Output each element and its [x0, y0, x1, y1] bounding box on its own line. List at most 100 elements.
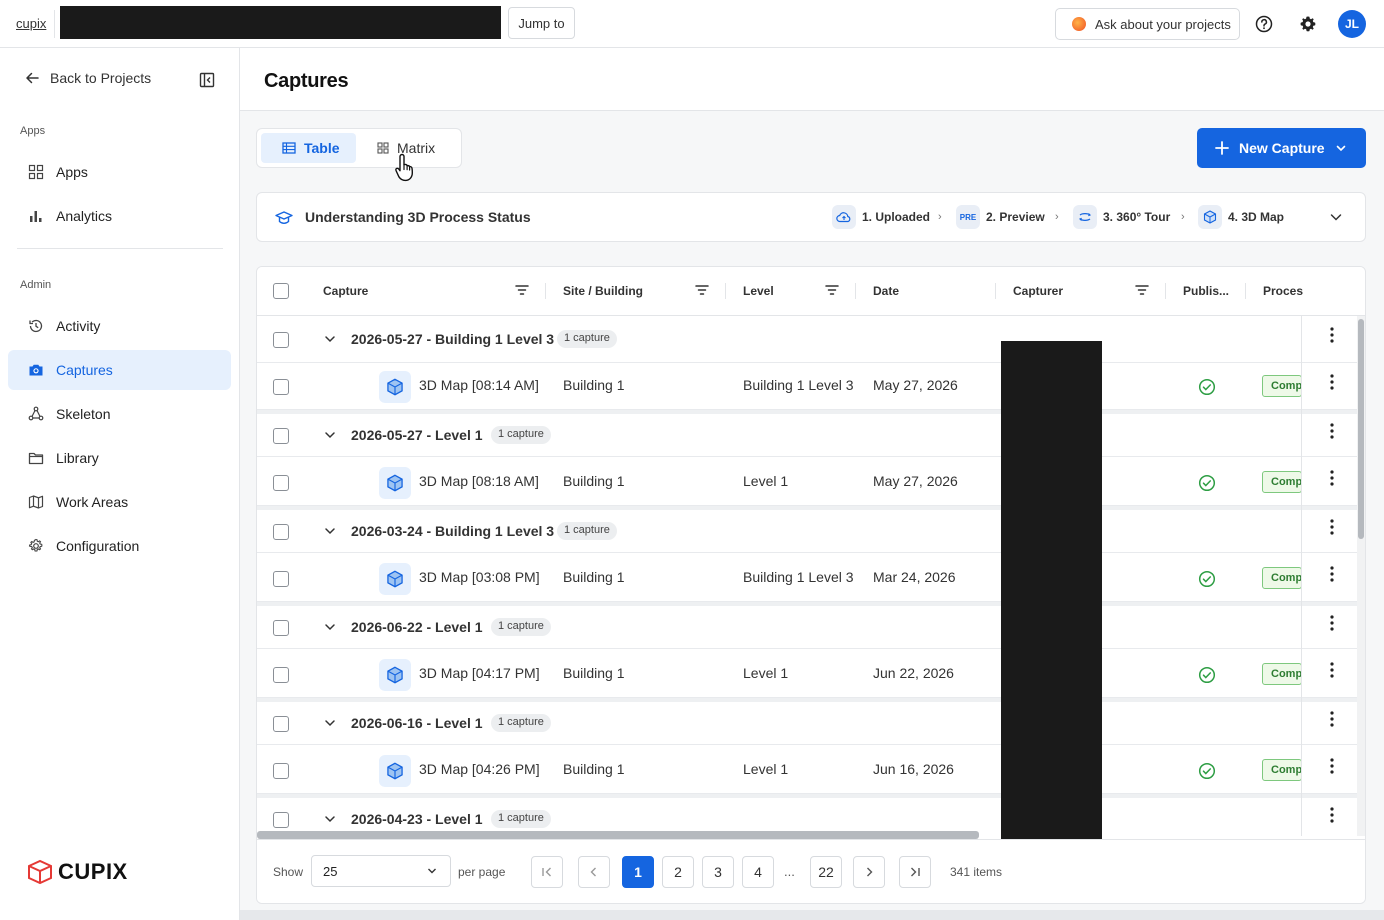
- level-cell: Level 1: [743, 761, 789, 777]
- new-capture-button[interactable]: New Capture: [1197, 128, 1366, 168]
- row-checkbox[interactable]: [273, 763, 289, 779]
- help-icon[interactable]: [1253, 13, 1275, 35]
- table-row[interactable]: 3D Map [03:08 PM] Building 1 Building 1 …: [257, 555, 1357, 602]
- more-vertical-icon[interactable]: [1329, 710, 1335, 728]
- horizontal-scrollbar-thumb[interactable]: [257, 831, 979, 839]
- chevron-down-icon[interactable]: [1329, 210, 1343, 224]
- table-group-row[interactable]: 2026-05-27 - Level 1 1 capture: [257, 410, 1357, 457]
- row-checkbox[interactable]: [273, 475, 289, 491]
- table-group-row[interactable]: 2026-03-24 - Building 1 Level 3 1 captur…: [257, 506, 1357, 553]
- table-row[interactable]: 3D Map [08:14 AM] Building 1 Building 1 …: [257, 363, 1357, 410]
- row-checkbox[interactable]: [273, 620, 289, 636]
- page-header: Captures: [240, 48, 1384, 111]
- more-vertical-icon[interactable]: [1329, 614, 1335, 632]
- sidebar-item-activity[interactable]: Activity: [8, 306, 231, 346]
- column-divider[interactable]: [1245, 283, 1246, 299]
- more-vertical-icon[interactable]: [1329, 565, 1335, 583]
- back-to-projects-link[interactable]: Back to Projects: [24, 70, 151, 86]
- sidebar-item-captures[interactable]: Captures: [8, 350, 231, 390]
- status-step-3d-map: 4. 3D Map: [1198, 205, 1284, 229]
- row-checkbox[interactable]: [273, 667, 289, 683]
- chevron-down-icon[interactable]: [323, 716, 337, 730]
- user-avatar[interactable]: JL: [1338, 10, 1366, 38]
- page-button-last[interactable]: 22: [810, 856, 842, 888]
- page-button-3[interactable]: 3: [702, 856, 734, 888]
- column-header-capturer[interactable]: Capturer: [1013, 284, 1063, 298]
- page-button-1[interactable]: 1: [622, 856, 654, 888]
- column-divider[interactable]: [995, 283, 996, 299]
- sidebar-item-configuration[interactable]: Configuration: [8, 526, 231, 566]
- tab-table[interactable]: Table: [261, 133, 356, 163]
- next-page-button[interactable]: [853, 856, 885, 888]
- jump-to-button[interactable]: Jump to: [508, 7, 575, 39]
- process-status-badge: Comp: [1262, 471, 1302, 493]
- more-vertical-icon[interactable]: [1329, 661, 1335, 679]
- more-vertical-icon[interactable]: [1329, 518, 1335, 536]
- table-group-row[interactable]: 2026-06-16 - Level 1 1 capture: [257, 698, 1357, 745]
- row-checkbox[interactable]: [273, 571, 289, 587]
- chevron-down-icon[interactable]: [323, 332, 337, 346]
- row-checkbox[interactable]: [273, 379, 289, 395]
- table-row[interactable]: 3D Map [04:26 PM] Building 1 Level 1 Jun…: [257, 747, 1357, 794]
- more-vertical-icon[interactable]: [1329, 757, 1335, 775]
- table-group-row[interactable]: 2026-06-22 - Level 1 1 capture: [257, 602, 1357, 649]
- settings-gear-icon[interactable]: [1297, 13, 1319, 35]
- table-group-row[interactable]: 2026-05-27 - Building 1 Level 3 1 captur…: [257, 316, 1357, 363]
- capture-name[interactable]: 3D Map [03:08 PM]: [419, 569, 540, 585]
- brand-link[interactable]: cupix: [16, 16, 46, 31]
- collapse-sidebar-icon[interactable]: [199, 72, 215, 88]
- process-status-panel[interactable]: Understanding 3D Process Status 1. Uploa…: [256, 192, 1366, 242]
- column-header-published[interactable]: Publis...: [1183, 284, 1229, 298]
- chevron-down-icon[interactable]: [323, 620, 337, 634]
- more-vertical-icon[interactable]: [1329, 806, 1335, 824]
- sidebar-item-library[interactable]: Library: [8, 438, 231, 478]
- status-step-uploaded: 1. Uploaded: [832, 205, 930, 229]
- sidebar-item-skeleton[interactable]: Skeleton: [8, 394, 231, 434]
- column-header-date[interactable]: Date: [873, 284, 899, 298]
- column-divider[interactable]: [545, 283, 546, 299]
- filter-icon[interactable]: [515, 284, 529, 296]
- column-divider[interactable]: [1165, 283, 1166, 299]
- more-vertical-icon[interactable]: [1329, 422, 1335, 440]
- more-vertical-icon[interactable]: [1329, 469, 1335, 487]
- more-vertical-icon[interactable]: [1329, 373, 1335, 391]
- redacted-project-selector[interactable]: [60, 6, 501, 39]
- chevron-down-icon[interactable]: [323, 428, 337, 442]
- sidebar-item-label: Configuration: [56, 538, 140, 554]
- row-checkbox[interactable]: [273, 812, 289, 828]
- filter-icon[interactable]: [695, 284, 709, 296]
- prev-page-button[interactable]: [578, 856, 610, 888]
- column-divider[interactable]: [855, 283, 856, 299]
- sidebar-item-apps[interactable]: Apps: [8, 152, 231, 192]
- capture-name[interactable]: 3D Map [04:26 PM]: [419, 761, 540, 777]
- table-row[interactable]: 3D Map [04:17 PM] Building 1 Level 1 Jun…: [257, 651, 1357, 698]
- first-page-button[interactable]: [531, 856, 563, 888]
- row-checkbox[interactable]: [273, 428, 289, 444]
- select-all-checkbox[interactable]: [273, 283, 289, 299]
- table-row[interactable]: 3D Map [08:18 AM] Building 1 Level 1 May…: [257, 459, 1357, 506]
- column-header-capture[interactable]: Capture: [323, 284, 368, 298]
- ask-ai-button[interactable]: Ask about your projects: [1055, 8, 1240, 40]
- column-divider: [1301, 316, 1302, 836]
- column-header-level[interactable]: Level: [743, 284, 774, 298]
- capture-name[interactable]: 3D Map [08:18 AM]: [419, 473, 539, 489]
- column-divider[interactable]: [725, 283, 726, 299]
- sidebar-item-analytics[interactable]: Analytics: [8, 196, 231, 236]
- capture-name[interactable]: 3D Map [04:17 PM]: [419, 665, 540, 681]
- sidebar-item-work-areas[interactable]: Work Areas: [8, 482, 231, 522]
- more-vertical-icon[interactable]: [1329, 326, 1335, 344]
- filter-icon[interactable]: [1135, 284, 1149, 296]
- column-header-process[interactable]: Proces: [1263, 284, 1303, 298]
- row-checkbox[interactable]: [273, 716, 289, 732]
- column-header-site-building[interactable]: Site / Building: [563, 284, 643, 298]
- last-page-button[interactable]: [899, 856, 931, 888]
- page-button-2[interactable]: 2: [662, 856, 694, 888]
- vertical-scrollbar-thumb[interactable]: [1358, 319, 1364, 539]
- page-button-4[interactable]: 4: [742, 856, 774, 888]
- chevron-down-icon[interactable]: [323, 524, 337, 538]
- capture-name[interactable]: 3D Map [08:14 AM]: [419, 377, 539, 393]
- chevron-down-icon[interactable]: [323, 812, 337, 826]
- row-checkbox[interactable]: [273, 332, 289, 348]
- filter-icon[interactable]: [825, 284, 839, 296]
- row-checkbox[interactable]: [273, 524, 289, 540]
